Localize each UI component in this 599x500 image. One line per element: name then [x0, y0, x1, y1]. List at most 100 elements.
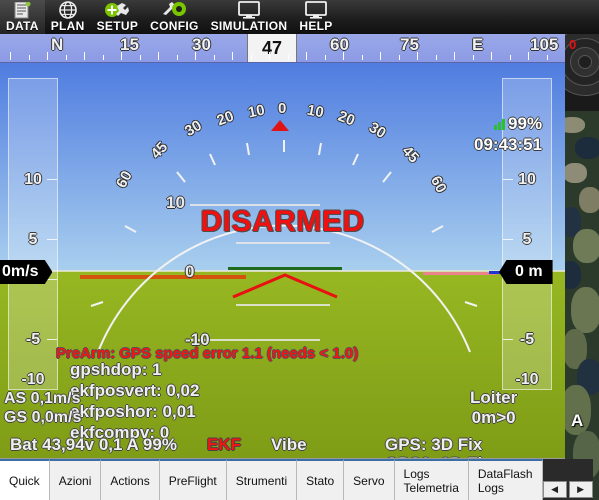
flight-mode-block: Loiter 0m>0 — [470, 388, 517, 428]
heading-tick — [47, 52, 48, 60]
tab-label: DataFlash Logs — [477, 467, 533, 495]
heading-tick — [121, 52, 122, 60]
wrench-gear-icon — [161, 1, 187, 19]
toolbar-item-label: CONFIG — [150, 19, 199, 33]
heading-tick — [139, 55, 141, 60]
hud-panel[interactable]: 10 0 -10 60 45 30 20 10 0 10 20 30 45 60… — [0, 34, 565, 458]
heading-tick — [380, 52, 381, 60]
heading-tick — [269, 52, 270, 60]
heading-label-0: N — [51, 35, 64, 54]
heading-tick — [528, 52, 529, 60]
heading-tick — [176, 55, 178, 60]
speed-tick-label-10: 10 — [24, 171, 42, 188]
tab-stato[interactable]: Stato — [297, 459, 345, 500]
heading-tick — [195, 52, 196, 60]
alt-tick-label-10: 10 — [518, 171, 536, 188]
toolbar-item-label: PLAN — [50, 19, 85, 33]
tab-logs-telemetria[interactable]: Logs Telemetria — [394, 459, 469, 500]
vibe-status-badge[interactable]: Vibe — [271, 435, 307, 455]
groundspeed-text: GS 0,0m/s — [4, 409, 82, 426]
mission-planner-window: DATA PLAN SETUP CONFIG SIMULATION HELP 10 0 -… — [0, 0, 599, 500]
toolbar-item-data[interactable]: DATA — [0, 0, 45, 34]
heading-tick — [472, 55, 474, 60]
right-side-panel: 0 A — [565, 34, 599, 500]
toolbar-item-plan[interactable]: PLAN — [45, 0, 91, 34]
tab-scroll-right-button[interactable]: ▶ — [568, 481, 593, 498]
heading-tick — [84, 52, 85, 60]
ekf-status-badge[interactable]: EKF — [207, 435, 241, 455]
toolbar-item-config[interactable]: CONFIG — [144, 0, 204, 34]
heading-tick — [10, 52, 11, 60]
heading-label-4: 60 — [330, 35, 349, 54]
toolbar-item-label: DATA — [6, 19, 39, 33]
roll-label-r10: 10 — [305, 101, 326, 122]
heading-tick — [454, 52, 455, 60]
heading-tick — [417, 52, 418, 60]
main-toolbar: DATA PLAN SETUP CONFIG SIMULATION HELP — [0, 0, 599, 35]
heading-readout-box: 47 — [247, 34, 297, 62]
roll-label-l10: 10 — [246, 101, 267, 122]
msg-ekfposvert: ekfposvert: 0,02 — [70, 381, 200, 400]
map-marker-label: A — [571, 411, 584, 430]
heading-tick — [324, 55, 326, 60]
tab-scroll-controls[interactable]: ◀ ▶ — [542, 459, 593, 500]
ekf-message-list: gpshdop: 1 ekfposvert: 0,02 ekfposhor: 0… — [70, 359, 199, 443]
signal-percent: 99% — [508, 114, 543, 133]
tab-label: Quick — [9, 474, 40, 488]
heading-tick — [213, 55, 215, 60]
tab-label: Logs Telemetria — [403, 467, 459, 495]
tab-quick[interactable]: Quick — [0, 459, 50, 500]
toolbar-item-help[interactable]: HELP — [293, 0, 338, 34]
toolbar-item-label: SETUP — [96, 19, 139, 33]
tab-strumenti[interactable]: Strumenti — [226, 459, 298, 500]
heading-tick — [287, 55, 289, 60]
alt-tick-label-m10: -10 — [515, 371, 539, 388]
satellite-map[interactable]: A — [565, 111, 599, 500]
flight-mode-text: Loiter — [470, 388, 518, 407]
heading-tick — [306, 52, 307, 60]
bottom-tab-bar: Quick Azioni Actions PreFlight Strumenti Stat… — [0, 458, 593, 500]
speed-tick-label-m5: -5 — [25, 331, 41, 348]
heading-tick — [28, 55, 30, 60]
heading-tick — [343, 52, 344, 60]
heading-tick — [102, 55, 104, 60]
document-icon — [11, 1, 33, 19]
heading-tick — [232, 52, 233, 60]
toolbar-item-simulation[interactable]: SIMULATION — [205, 0, 294, 34]
airspeed-readout: 0m/s — [0, 260, 53, 284]
tab-servo[interactable]: Servo — [344, 459, 395, 500]
altitude-readout: 0 m — [499, 260, 553, 284]
heading-label-7: 105 — [530, 35, 559, 54]
heading-tick — [250, 55, 252, 60]
heading-tick — [65, 55, 67, 60]
alt-tick-label-m5: -5 — [519, 331, 535, 348]
heading-label-1: 15 — [120, 35, 139, 54]
gear-plus-icon — [104, 1, 130, 19]
roll-pointer-icon — [271, 120, 289, 131]
tab-label: Stato — [306, 474, 335, 488]
armed-status-text: DISARMED — [200, 205, 365, 238]
signal-bars-icon — [494, 117, 506, 135]
heading-value: 47 — [261, 37, 283, 58]
heading-tick — [435, 55, 437, 60]
toolbar-item-label: HELP — [299, 19, 333, 33]
compass-radar-widget[interactable]: 0 — [565, 34, 599, 111]
heading-tape[interactable]: N 15 30 N 60 75 E 105 47 — [0, 34, 565, 63]
tab-actions[interactable]: Actions — [101, 459, 160, 500]
tab-scroll-left-button[interactable]: ◀ — [542, 481, 567, 498]
tab-azioni[interactable]: Azioni — [49, 459, 102, 500]
tab-dataflash-logs[interactable]: DataFlash Logs — [468, 459, 543, 500]
speed-tick-label-m10: -10 — [21, 371, 45, 388]
tab-preflight[interactable]: PreFlight — [159, 459, 227, 500]
heading-tick — [491, 52, 492, 60]
heading-tick — [158, 52, 159, 60]
toolbar-item-setup[interactable]: SETUP — [91, 0, 145, 34]
tab-label: Actions — [110, 474, 150, 488]
tab-label: Servo — [353, 474, 385, 488]
compass-heading-value: 0 — [569, 37, 577, 52]
gps-status-block: GPS: 3D Fix GPS2: 3D Fix — [385, 435, 492, 458]
heading-tick — [546, 55, 548, 60]
tab-label: Azioni — [58, 474, 92, 488]
waypoint-distance-text: 0m>0 — [471, 408, 516, 427]
globe-icon — [58, 1, 78, 19]
